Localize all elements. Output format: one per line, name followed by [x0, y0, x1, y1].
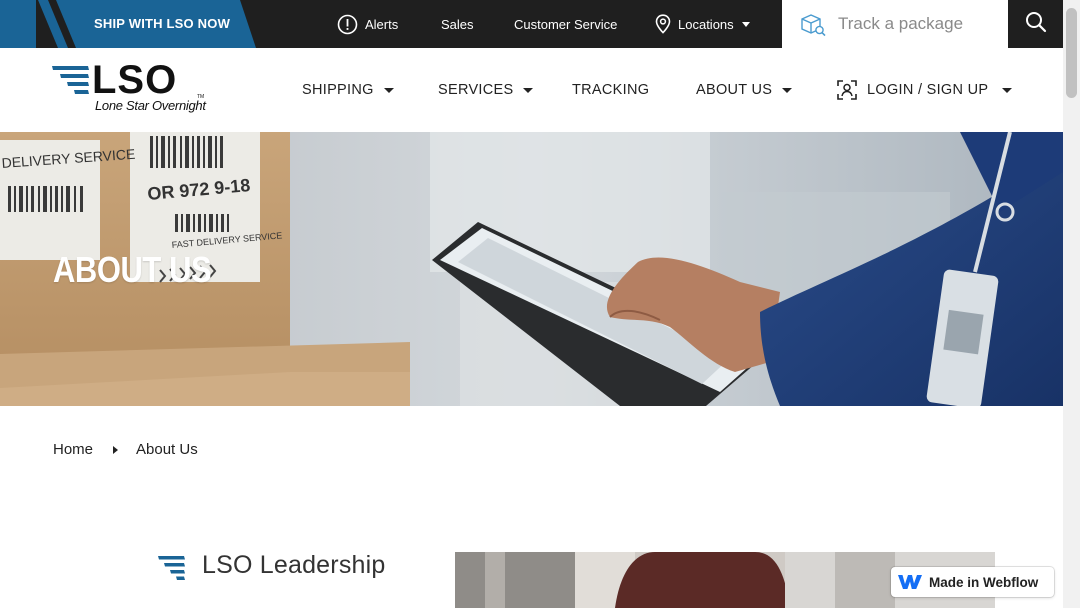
chevron-down-icon — [782, 87, 793, 93]
nav-tracking[interactable]: TRACKING — [572, 48, 649, 132]
map-pin-icon — [655, 14, 671, 34]
page-title: ABOUT US — [53, 249, 212, 290]
ship-with-lso-button[interactable]: SHIP WITH LSO NOW — [0, 0, 256, 48]
logo-wordmark: LSO — [92, 58, 178, 102]
page-scrollbar[interactable] — [1063, 0, 1080, 608]
nav-about-us-label: ABOUT US — [696, 82, 773, 98]
locations-dropdown[interactable]: Locations — [655, 0, 750, 48]
webflow-logo-icon — [898, 574, 922, 590]
track-box-edge — [983, 0, 1008, 48]
search-button[interactable] — [1020, 8, 1052, 40]
user-scan-icon — [836, 79, 858, 101]
made-in-webflow-badge[interactable]: Made in Webflow — [891, 567, 1054, 597]
chevron-down-icon — [1002, 87, 1013, 93]
utility-bar: SHIP WITH LSO NOW Alerts Sales Customer … — [0, 0, 1063, 48]
sales-label: Sales — [441, 16, 474, 32]
breadcrumb-home[interactable]: Home — [53, 441, 93, 458]
page: SHIP WITH LSO NOW Alerts Sales Customer … — [0, 0, 1080, 608]
breadcrumb-current: About Us — [136, 440, 198, 458]
package-search-icon — [799, 12, 827, 43]
webflow-badge-label: Made in Webflow — [929, 574, 1039, 590]
nav-shipping[interactable]: SHIPPING — [302, 48, 394, 132]
nav-login-label: LOGIN / SIGN UP — [867, 82, 989, 98]
chevron-down-icon — [383, 87, 394, 93]
track-package-input[interactable] — [838, 11, 988, 37]
chevron-down-icon — [741, 21, 750, 27]
speed-lines-icon — [158, 556, 185, 580]
lso-logo[interactable]: LSO TM Lone Star Overnight — [52, 58, 206, 118]
nav-login-signup[interactable]: LOGIN / SIGN UP — [836, 48, 1013, 132]
customer-service-link[interactable]: Customer Service — [514, 0, 617, 48]
search-icon — [1025, 11, 1047, 38]
alert-circle-icon — [337, 14, 358, 35]
hero-banner: DELIVERY SERVICE OR 972 9-18 FAST DELIVE… — [0, 132, 1063, 406]
alerts-link[interactable]: Alerts — [337, 0, 398, 48]
customer-service-label: Customer Service — [514, 16, 618, 32]
nav-about-us[interactable]: ABOUT US — [696, 48, 793, 132]
sales-link[interactable]: Sales — [441, 0, 474, 48]
nav-tracking-label: TRACKING — [572, 82, 650, 98]
ship-cta-label: SHIP WITH LSO NOW — [94, 16, 231, 31]
alerts-label: Alerts — [365, 16, 399, 32]
chevron-right-icon — [113, 446, 119, 454]
nav-services-label: SERVICES — [438, 82, 514, 98]
track-package-box — [782, 0, 1008, 48]
scrollbar-thumb[interactable] — [1066, 8, 1077, 98]
logo-speed-lines-icon — [52, 66, 89, 94]
breadcrumb: Home About Us — [53, 438, 198, 460]
locations-label: Locations — [678, 16, 734, 32]
leadership-heading: LSO Leadership — [202, 551, 386, 579]
logo-tagline: Lone Star Overnight — [95, 98, 206, 113]
nav-shipping-label: SHIPPING — [302, 82, 374, 98]
nav-services[interactable]: SERVICES — [438, 48, 534, 132]
chevron-down-icon — [523, 87, 534, 93]
main-nav: LSO TM Lone Star Overnight SHIPPING SERV… — [0, 48, 1063, 132]
